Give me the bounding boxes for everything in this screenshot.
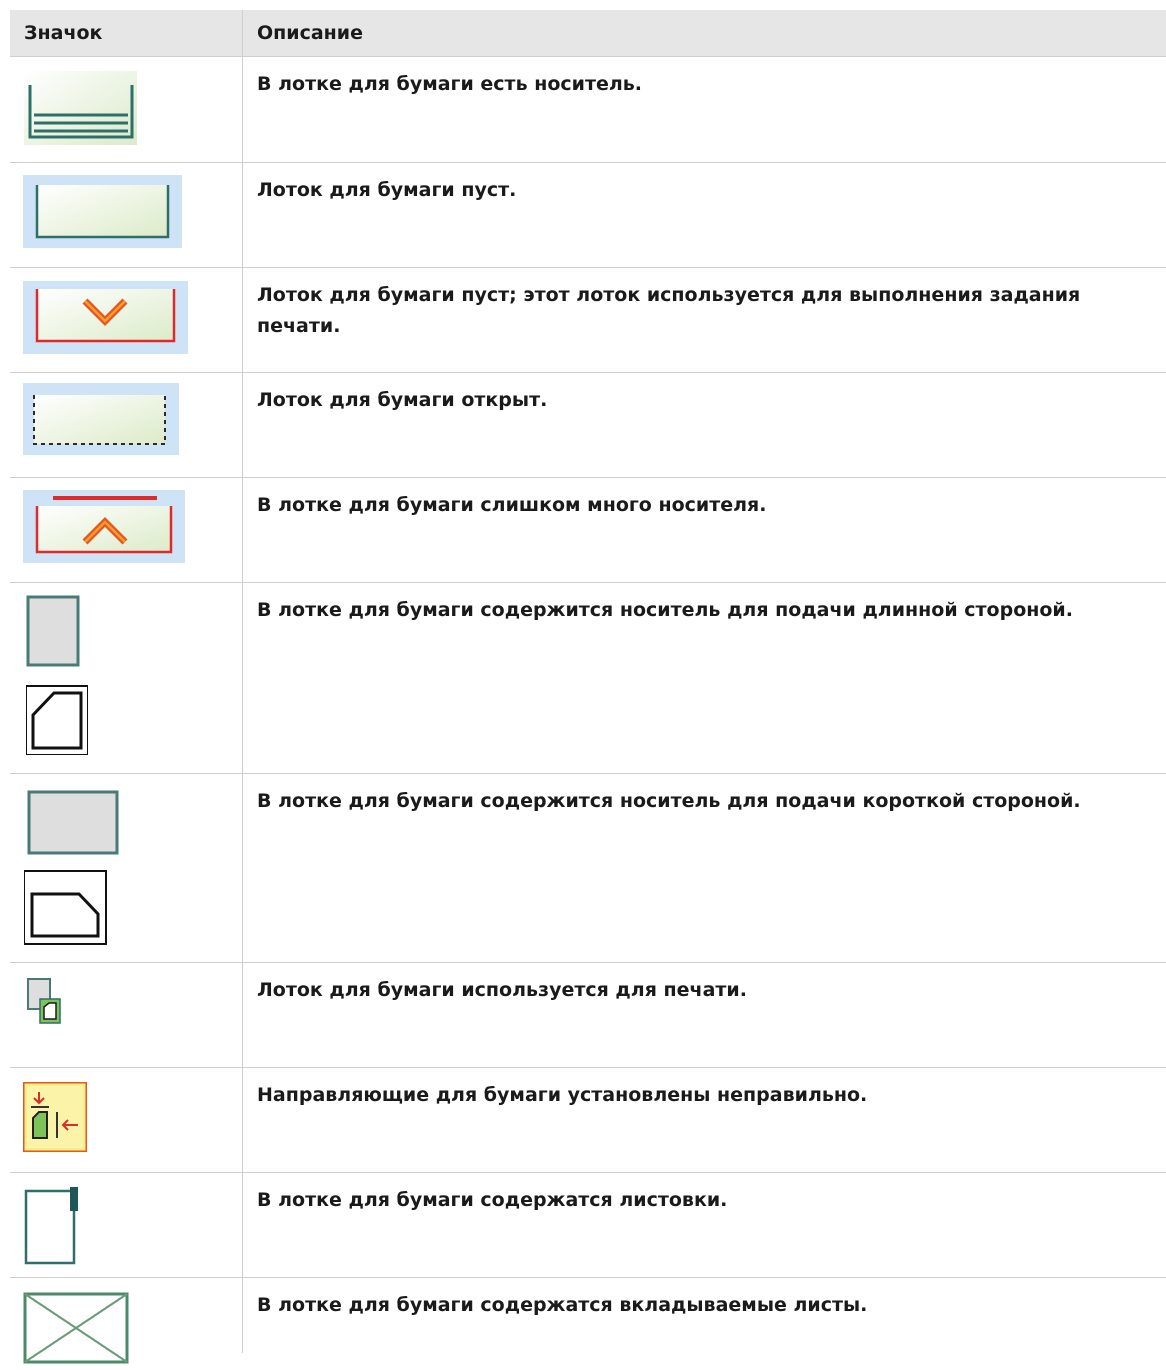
tray-empty-in-use-icon [23, 281, 188, 354]
header-description-column: Описание [257, 22, 364, 44]
row-description: В лотке для бумаги содержится носитель д… [257, 599, 1073, 621]
long-edge-feed-icon [26, 595, 88, 755]
tab-sheets-icon [24, 1185, 80, 1265]
row-description: В лотке для бумаги содержатся листовки. [257, 1189, 728, 1211]
tray-empty-icon [23, 175, 182, 248]
table-row: В лотке для бумаги слишком много носител… [10, 478, 1166, 583]
icon-description-table: Значок Описание В лотке для бумаги есть … [10, 10, 1166, 1370]
row-description: Направляющие для бумаги установлены непр… [257, 1084, 868, 1106]
row-description: Лоток для бумаги используется для печати… [257, 979, 747, 1001]
table-row: В лотке для бумаги есть носитель. [10, 57, 1166, 163]
row-description: В лотке для бумаги содержатся вкладываем… [257, 1294, 868, 1316]
row-description: В лотке для бумаги слишком много носител… [257, 494, 767, 516]
table-row: Направляющие для бумаги установлены непр… [10, 1068, 1166, 1173]
tray-with-media-icon [24, 71, 137, 145]
table-row: Лоток для бумаги используется для печати… [10, 963, 1166, 1068]
table-row: Лоток для бумаги пуст; этот лоток исполь… [10, 268, 1166, 373]
row-description: Лоток для бумаги пуст; этот лоток исполь… [257, 284, 1081, 337]
inserts-icon [23, 1292, 129, 1364]
tray-overfilled-icon [23, 490, 185, 563]
paper-guides-wrong-icon [23, 1082, 87, 1152]
row-description: В лотке для бумаги содержится носитель д… [257, 790, 1081, 812]
short-edge-feed-icon [24, 788, 120, 946]
table-row: Лоток для бумаги открыт. [10, 373, 1166, 478]
column-separator [242, 10, 243, 1353]
table-row: Лоток для бумаги пуст. [10, 163, 1166, 268]
table-row: В лотке для бумаги содержится носитель д… [10, 583, 1166, 774]
row-description: В лотке для бумаги есть носитель. [257, 73, 643, 95]
header-icon-column: Значок [24, 22, 103, 44]
table-row: В лотке для бумаги содержатся вкладываем… [10, 1278, 1166, 1370]
tray-printing-icon [26, 977, 62, 1025]
table-row: В лотке для бумаги содержатся листовки. [10, 1173, 1166, 1278]
table-row: В лотке для бумаги содержится носитель д… [10, 774, 1166, 963]
tray-open-icon [23, 383, 179, 455]
row-description: Лоток для бумаги пуст. [257, 179, 517, 201]
table-header: Значок Описание [10, 10, 1166, 57]
row-description: Лоток для бумаги открыт. [257, 389, 548, 411]
